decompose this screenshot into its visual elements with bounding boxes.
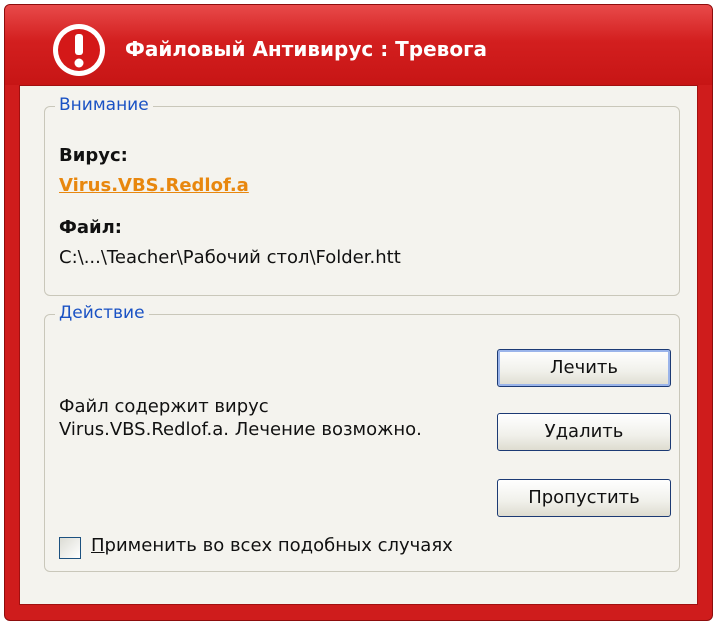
cure-button[interactable]: Лечить [497, 349, 671, 387]
skip-button[interactable]: Пропустить [497, 479, 671, 517]
antivirus-alert-window: Файловый Антивирус : Тревога Внимание Ви… [4, 4, 713, 621]
apply-all-label-text: рименить во всех подобных случаях [104, 535, 453, 556]
delete-button[interactable]: Удалить [497, 413, 671, 451]
virus-label: Вирус: [59, 145, 128, 166]
apply-all-label[interactable]: Применить во всех подобных случаях [91, 535, 453, 556]
warning-group-legend: Внимание [55, 95, 153, 115]
file-label: Файл: [59, 217, 122, 238]
title-bar[interactable]: Файловый Антивирус : Тревога [5, 5, 712, 85]
apply-all-checkbox[interactable] [59, 537, 81, 559]
window-title: Файловый Антивирус : Тревога [125, 37, 488, 61]
action-description: Файл содержит вирус Virus.VBS.Redlof.a. … [59, 396, 422, 440]
dialog-body: Внимание Вирус: Virus.VBS.Redlof.a Файл:… [19, 85, 698, 605]
file-path: C:\...\Teacher\Рабочий стол\Folder.htt [59, 247, 401, 268]
warning-group: Внимание Вирус: Virus.VBS.Redlof.a Файл:… [44, 95, 680, 296]
action-group: Действие Файл содержит вирус Virus.VBS.R… [44, 303, 680, 572]
apply-all-mnemonic: П [91, 535, 105, 556]
alert-exclamation-icon [53, 24, 105, 76]
virus-name-link[interactable]: Virus.VBS.Redlof.a [59, 175, 249, 196]
action-group-legend: Действие [55, 303, 149, 323]
